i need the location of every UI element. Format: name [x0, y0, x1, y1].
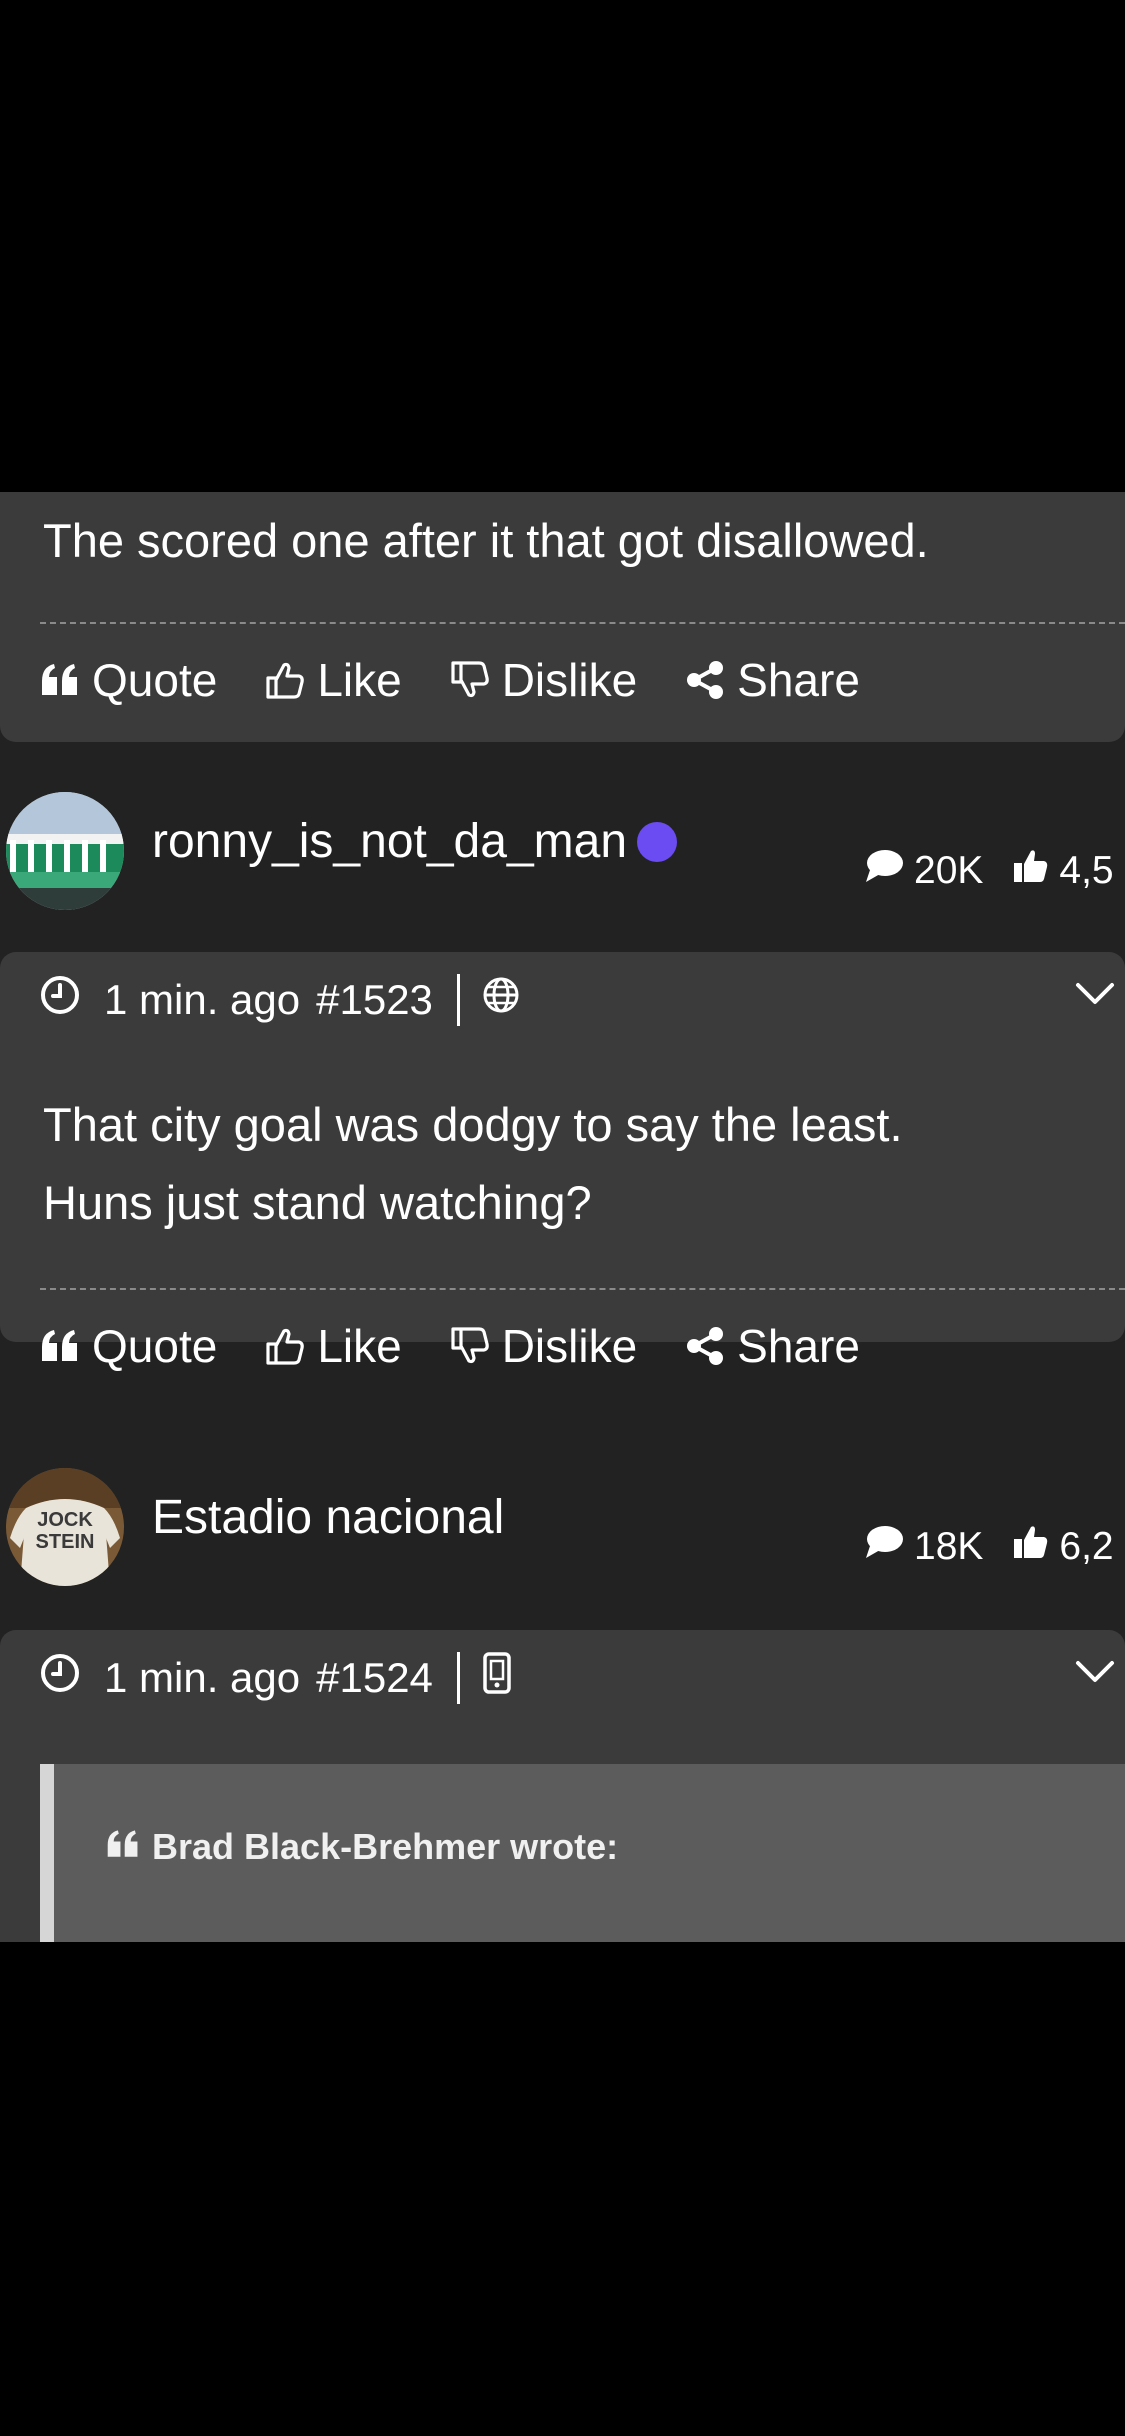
thumbs-down-icon [450, 1326, 490, 1366]
like-count: 4,5 [1059, 849, 1114, 892]
thumbs-up-icon [265, 1326, 305, 1366]
message-count: 20K [914, 849, 984, 892]
message-count: 18K [914, 1525, 984, 1568]
post-author-row: JOCK STEIN Estadio nacional 18K 6,2 [0, 1468, 1125, 1598]
mobile-phone-icon [482, 1652, 512, 1704]
like-label: Like [317, 654, 402, 706]
svg-text:STEIN: STEIN [36, 1531, 95, 1553]
dislike-button[interactable]: Dislike [450, 653, 637, 707]
author-stats: 18K 6,2 [864, 1522, 1114, 1572]
like-button[interactable]: Like [265, 1319, 402, 1373]
globe-icon [482, 976, 520, 1024]
online-status-dot [637, 821, 678, 862]
quote-button[interactable]: Quote [40, 653, 217, 707]
quote-label: Quote [92, 1320, 218, 1372]
like-label: Like [317, 1320, 402, 1372]
like-count: 6,2 [1059, 1525, 1114, 1568]
post-card-previous: The scored one after it that got disallo… [0, 492, 1125, 742]
chevron-down-icon[interactable] [1075, 1660, 1115, 1684]
post-time: 1 min. ago [104, 976, 301, 1023]
svg-text:JOCK: JOCK [37, 1509, 93, 1531]
like-button[interactable]: Like [265, 653, 402, 707]
post-actions: Quote Like Dislike Share [40, 1316, 860, 1376]
thumbs-up-filled-icon [1013, 848, 1049, 894]
quote-button[interactable]: Quote [40, 1319, 217, 1373]
quote-icon [106, 1826, 140, 1868]
share-button[interactable]: Share [685, 1319, 860, 1373]
username[interactable]: Estadio nacional [152, 1490, 504, 1545]
share-label: Share [737, 654, 860, 706]
share-button[interactable]: Share [685, 653, 860, 707]
avatar[interactable]: JOCK STEIN [6, 1468, 124, 1586]
meta-separator [456, 974, 460, 1026]
quote-icon [40, 1329, 80, 1363]
username[interactable]: ronny_is_not_da_man [152, 814, 678, 869]
share-icon [685, 660, 725, 700]
dislike-label: Dislike [501, 1320, 638, 1372]
quote-icon [40, 663, 80, 697]
username-text: ronny_is_not_da_man [152, 815, 628, 868]
post-divider [40, 1288, 1125, 1290]
post-meta: 1 min. ago #1524 [40, 1648, 512, 1708]
post-card: 1 min. ago #1524 Brad Black-Brehmer wrot… [0, 1630, 1125, 1942]
post-actions: Quote Like Dislike Share [40, 650, 860, 710]
message-bubble-icon [864, 848, 904, 894]
post-author-row: ronny_is_not_da_man 20K 4,5 [0, 792, 1125, 922]
avatar[interactable] [6, 792, 124, 910]
quote-author: Brad Black-Brehmer wrote: [152, 1826, 619, 1867]
share-label: Share [737, 1320, 860, 1372]
quote-label: Quote [92, 654, 218, 706]
thumbs-up-icon [265, 660, 305, 700]
thread-feed[interactable]: The scored one after it that got disallo… [0, 492, 1125, 1942]
post-divider [40, 622, 1125, 624]
clock-icon [40, 1653, 80, 1703]
post-meta: 1 min. ago #1523 [40, 970, 520, 1030]
quote-header: Brad Black-Brehmer wrote: [106, 1826, 618, 1868]
quote-block[interactable]: Brad Black-Brehmer wrote: [40, 1764, 1125, 1942]
username-text: Estadio nacional [152, 1491, 505, 1544]
message-bubble-icon [864, 1524, 904, 1570]
dislike-label: Dislike [501, 654, 638, 706]
chevron-down-icon[interactable] [1075, 982, 1115, 1006]
post-time: 1 min. ago [104, 1654, 301, 1701]
clock-icon [40, 975, 80, 1025]
author-stats: 20K 4,5 [864, 846, 1114, 896]
dislike-button[interactable]: Dislike [450, 1319, 637, 1373]
meta-separator [456, 1652, 460, 1704]
thumbs-up-filled-icon [1013, 1524, 1049, 1570]
post-text-line: Huns just stand watching? [43, 1176, 592, 1229]
post-number[interactable]: #1524 [316, 1654, 433, 1702]
thumbs-down-icon [450, 660, 490, 700]
post-number[interactable]: #1523 [316, 976, 433, 1024]
post-card: 1 min. ago #1523 That city goal was dodg… [0, 952, 1125, 1372]
share-icon [685, 1326, 725, 1366]
post-text-line: That city goal was dodgy to say the leas… [43, 1098, 903, 1151]
post-text: The scored one after it that got disallo… [43, 514, 929, 567]
